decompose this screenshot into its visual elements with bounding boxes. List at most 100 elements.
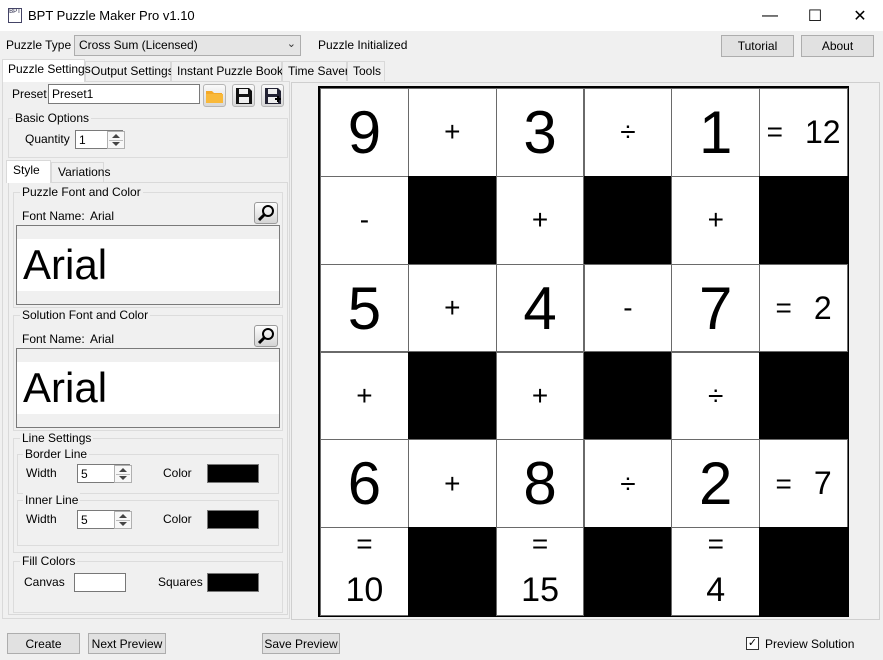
operator-cell: - <box>583 263 673 353</box>
operator-cell: ÷ <box>671 351 761 441</box>
digit-cell: 1 <box>671 88 761 177</box>
equals-sign: = <box>775 292 792 324</box>
tab-instant-puzzle-books[interactable]: Instant Puzzle Books <box>171 61 289 81</box>
magnifier-icon <box>257 205 274 222</box>
digit-cell: 3 <box>495 88 585 177</box>
digit-cell: 8 <box>495 439 585 529</box>
black-square <box>759 351 848 441</box>
digit-cell: 4 <box>495 263 585 353</box>
row-result-cell: = 7 <box>759 439 848 529</box>
digit-cell: 2 <box>671 439 761 529</box>
puzzle-font-sample: Arial <box>17 239 279 291</box>
result-value: 15 <box>521 570 559 609</box>
next-preview-button[interactable]: Next Preview <box>88 633 166 654</box>
tab-tools[interactable]: Tools <box>347 61 385 81</box>
save-preset-as-button[interactable] <box>261 84 284 107</box>
open-preset-button[interactable] <box>203 84 226 107</box>
puzzle-font-name: Arial <box>90 209 115 223</box>
floppy-disk-icon <box>235 87 252 104</box>
puzzle-type-value: Cross Sum (Licensed) <box>79 38 198 52</box>
operator-cell: + <box>407 439 497 529</box>
tab-time-saver[interactable]: Time Saver <box>282 61 349 81</box>
result-value: 10 <box>345 570 384 609</box>
black-square <box>759 175 848 265</box>
inner-width-spinner[interactable] <box>114 511 132 529</box>
digit-cell: 7 <box>671 263 761 353</box>
black-square <box>407 527 497 616</box>
basic-options-title: Basic Options <box>13 111 92 125</box>
row-result-cell: = 2 <box>759 263 848 353</box>
save-preview-button[interactable]: Save Preview <box>262 633 340 654</box>
solution-font-sample: Arial <box>17 362 279 414</box>
border-color-swatch[interactable] <box>207 464 259 483</box>
preview-solution-label[interactable]: Preview Solution <box>765 637 854 651</box>
puzzle-grid: 9 +3 ÷ 1 = 12- + +5 +4-7 = 2 + + ÷ 6 +8 ÷ 2 = 7 = 10 = 15 = 4 <box>318 86 849 617</box>
subtab-variations[interactable]: Variations <box>51 162 110 182</box>
border-color-label: Color <box>163 466 192 480</box>
puzzle-font-preview[interactable]: Arial <box>16 225 280 305</box>
result-value: 2 <box>813 289 832 326</box>
quantity-spinner[interactable] <box>107 131 125 149</box>
operator-cell: - <box>320 175 409 265</box>
puzzle-font-title: Puzzle Font and Color <box>20 185 143 199</box>
chevron-down-icon: ⌄ <box>286 38 296 50</box>
result-value: 12 <box>804 113 841 150</box>
about-button[interactable]: About <box>801 35 874 57</box>
operator-cell: + <box>495 175 585 265</box>
tab-output-settings[interactable]: Output Settings <box>85 61 174 81</box>
spin-down-icon <box>119 522 127 526</box>
folder-icon <box>206 90 223 103</box>
solution-font-title: Solution Font and Color <box>20 308 151 322</box>
black-square <box>759 527 848 616</box>
solution-font-browse-button[interactable] <box>254 325 278 347</box>
preview-solution-checkbox[interactable]: ✓ <box>746 637 759 650</box>
row-result-cell: = 12 <box>759 88 848 177</box>
border-width-label: Width <box>26 466 57 480</box>
tab-puzzle-settings[interactable]: Puzzle Settings <box>2 59 91 82</box>
canvas-color-swatch[interactable] <box>74 573 126 592</box>
spin-down-icon <box>119 476 127 480</box>
spin-up-icon <box>119 468 127 472</box>
save-preset-button[interactable] <box>232 84 255 107</box>
equals-sign: = <box>707 527 724 559</box>
equals-sign: = <box>766 116 783 148</box>
operator-cell: + <box>407 263 497 353</box>
operator-cell: ÷ <box>583 439 673 529</box>
border-line-title: Border Line <box>23 447 90 461</box>
squares-color-swatch[interactable] <box>207 573 259 592</box>
create-button[interactable]: Create <box>7 633 80 654</box>
inner-color-swatch[interactable] <box>207 510 259 529</box>
puzzle-font-browse-button[interactable] <box>254 202 278 224</box>
floppy-disk-add-icon <box>264 87 281 104</box>
inner-line-title: Inner Line <box>23 493 81 507</box>
subtab-style[interactable]: Style <box>6 160 51 183</box>
inner-width-label: Width <box>26 512 57 526</box>
maximize-button[interactable]: ☐ <box>792 0 838 31</box>
column-result-cell: = 4 <box>671 527 761 616</box>
black-square <box>583 351 673 441</box>
operator-cell: ÷ <box>583 88 673 177</box>
canvas-label: Canvas <box>24 575 65 589</box>
puzzle-font-name-label: Font Name: <box>22 209 85 223</box>
black-square <box>583 175 673 265</box>
magnifier-icon <box>257 328 274 345</box>
puzzle-type-select[interactable]: Cross Sum (Licensed) ⌄ <box>74 35 301 56</box>
line-settings-title: Line Settings <box>20 431 94 445</box>
equals-sign: = <box>775 467 792 499</box>
black-square <box>407 351 497 441</box>
column-result-cell: = 15 <box>495 527 585 616</box>
close-button[interactable]: ✕ <box>837 0 883 31</box>
status-text: Puzzle Initialized <box>318 38 408 52</box>
preset-input[interactable] <box>48 84 200 104</box>
app-icon: BPT <box>8 8 22 23</box>
black-square <box>407 175 497 265</box>
equals-sign: = <box>531 527 549 559</box>
solution-font-preview[interactable]: Arial <box>16 348 280 428</box>
equals-sign: = <box>356 527 373 559</box>
operator-cell: + <box>671 175 761 265</box>
spin-up-icon <box>119 514 127 518</box>
preset-label: Preset <box>12 87 47 101</box>
minimize-button[interactable]: — <box>747 0 793 31</box>
tutorial-button[interactable]: Tutorial <box>721 35 794 57</box>
border-width-spinner[interactable] <box>114 465 132 483</box>
